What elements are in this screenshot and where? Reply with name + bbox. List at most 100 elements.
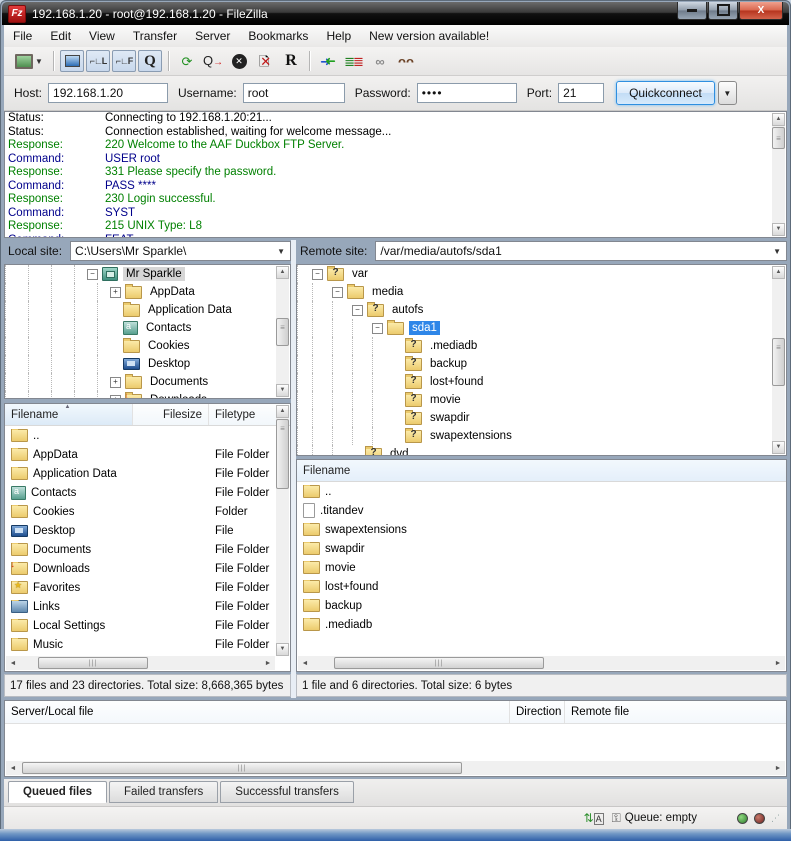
scroll-down-icon[interactable]: ▼ [276,384,289,397]
column-header-filename[interactable]: Filename [297,460,786,481]
tree-item[interactable]: swapextensions [297,427,786,445]
file-row[interactable]: DesktopFile [5,521,290,540]
tree-item[interactable]: movie [297,391,786,409]
tree-item[interactable]: lost+found [297,373,786,391]
tree-item[interactable]: Contacts [5,319,290,337]
tree-item[interactable]: −autofs [297,301,786,319]
file-row[interactable]: backup [297,596,786,615]
minimize-button[interactable] [677,2,707,20]
remote-list-hscrollbar[interactable]: ◄► [298,656,785,670]
file-row[interactable]: Local SettingsFile Folder [5,616,290,635]
column-header-filesize[interactable]: Filesize [133,404,209,425]
transfer-queue-toggle-button[interactable]: Q [138,50,162,72]
scroll-up-icon[interactable]: ▲ [276,405,289,418]
remote-treeview-toggle-button[interactable]: ⌐∟F [112,50,136,72]
local-site-combo[interactable]: C:\Users\Mr Sparkle\▼ [70,241,291,261]
cancel-button[interactable]: ✕ [227,50,251,72]
file-row[interactable]: .. [5,426,290,445]
synchronized-browsing-button[interactable]: ∞ [368,50,392,72]
tab-failed-transfers[interactable]: Failed transfers [109,781,218,803]
file-search-button[interactable]: ᴖᴖ [394,50,418,72]
message-log[interactable]: Status:Connecting to 192.168.1.20:21... … [4,111,787,238]
menu-edit[interactable]: Edit [41,26,80,46]
tree-item[interactable]: Cookies [5,337,290,355]
column-header-filename[interactable]: ▲Filename [5,404,133,425]
tree-item[interactable]: −var [297,265,786,283]
local-file-list[interactable]: ▲Filename Filesize Filetype .. AppDataFi… [4,403,291,672]
collapse-icon[interactable]: − [352,305,363,316]
scroll-left-icon[interactable]: ◄ [298,656,312,670]
scroll-up-icon[interactable]: ▲ [772,266,785,279]
host-input[interactable]: 192.168.1.20 [48,83,168,103]
file-row[interactable]: lost+found [297,577,786,596]
remote-file-list[interactable]: ▼ Filename .. .titandev swapextensions s… [296,459,787,672]
tree-item[interactable]: −media [297,283,786,301]
scroll-right-icon[interactable]: ► [771,761,785,775]
menu-view[interactable]: View [80,26,124,46]
plug-icon[interactable]: ⚿ [612,811,621,826]
column-header-direction[interactable]: Direction [510,701,565,723]
file-row[interactable]: MusicFile Folder [5,635,290,654]
file-row[interactable]: DownloadsFile Folder [5,559,290,578]
tab-queued-files[interactable]: Queued files [8,781,107,803]
local-treeview-toggle-button[interactable]: ⌐∟L [86,50,110,72]
menu-bookmarks[interactable]: Bookmarks [239,26,317,46]
tree-item[interactable]: Desktop [5,355,290,373]
directory-comparison-button[interactable]: ➜➜ [316,50,340,72]
scroll-right-icon[interactable]: ► [261,656,275,670]
scroll-left-icon[interactable]: ◄ [6,656,20,670]
title-bar[interactable]: Fz 192.168.1.20 - root@192.168.1.20 - Fi… [2,2,789,25]
local-tree-panel[interactable]: −Mr Sparkle +AppData Application Data Co… [4,264,291,399]
collapse-icon[interactable]: − [332,287,343,298]
file-row[interactable]: swapdir [297,539,786,558]
file-row[interactable]: .mediadb [297,615,786,634]
collapse-icon[interactable]: − [312,269,323,280]
scroll-down-icon[interactable]: ▼ [772,223,785,236]
quickconnect-dropdown-button[interactable]: ▼ [718,81,737,105]
remote-tree-scrollbar[interactable]: ▲▼ [772,266,785,454]
process-queue-button[interactable]: Q→ [201,50,225,72]
file-row[interactable]: Application DataFile Folder [5,464,290,483]
port-input[interactable]: 21 [558,83,604,103]
close-button[interactable]: X [739,2,783,20]
scroll-up-icon[interactable]: ▲ [276,266,289,279]
column-header-remote-file[interactable]: Remote file [565,701,786,723]
tree-item[interactable]: dvd [297,445,786,456]
refresh-button[interactable]: ⟳ [175,50,199,72]
local-list-scrollbar[interactable]: ▲▼ [276,405,289,656]
expand-icon[interactable]: + [110,287,121,298]
username-input[interactable]: root [243,83,345,103]
menu-new-version[interactable]: New version available! [360,26,498,46]
menu-file[interactable]: File [4,26,41,46]
tree-item[interactable]: −Mr Sparkle [5,265,290,283]
reconnect-button[interactable]: R [279,50,303,72]
file-row[interactable]: swapextensions [297,520,786,539]
column-header-server-local-file[interactable]: Server/Local file [5,701,510,723]
message-log-toggle-button[interactable] [60,50,84,72]
maximize-button[interactable] [708,2,738,20]
scroll-left-icon[interactable]: ◄ [6,761,20,775]
file-row[interactable]: .titandev [297,501,786,520]
comparison-mode-button[interactable]: ≣≣ [342,50,366,72]
menu-server[interactable]: Server [186,26,239,46]
file-row[interactable]: CookiesFolder [5,502,290,521]
log-scrollbar[interactable]: ▲▼ [772,113,785,236]
transfer-queue-panel[interactable]: Server/Local file Direction Remote file … [4,700,787,777]
file-row[interactable]: AppDataFile Folder [5,445,290,464]
tree-item[interactable]: swapdir [297,409,786,427]
tab-successful-transfers[interactable]: Successful transfers [220,781,354,803]
scroll-down-icon[interactable]: ▼ [276,643,289,656]
transfer-type-icon[interactable]: ⇅A [584,811,604,825]
scroll-down-icon[interactable]: ▼ [772,441,785,454]
password-input[interactable]: •••• [417,83,517,103]
file-row[interactable]: .. [297,482,786,501]
file-row[interactable]: movie [297,558,786,577]
collapse-icon[interactable]: − [372,323,383,334]
menu-transfer[interactable]: Transfer [124,26,186,46]
local-tree-scrollbar[interactable]: ▲▼ [276,266,289,397]
tree-item[interactable]: +Downloads [5,391,290,399]
queue-hscrollbar[interactable]: ◄► [6,761,785,775]
remote-site-combo[interactable]: /var/media/autofs/sda1▼ [375,241,787,261]
collapse-icon[interactable]: − [87,269,98,280]
scroll-right-icon[interactable]: ► [771,656,785,670]
